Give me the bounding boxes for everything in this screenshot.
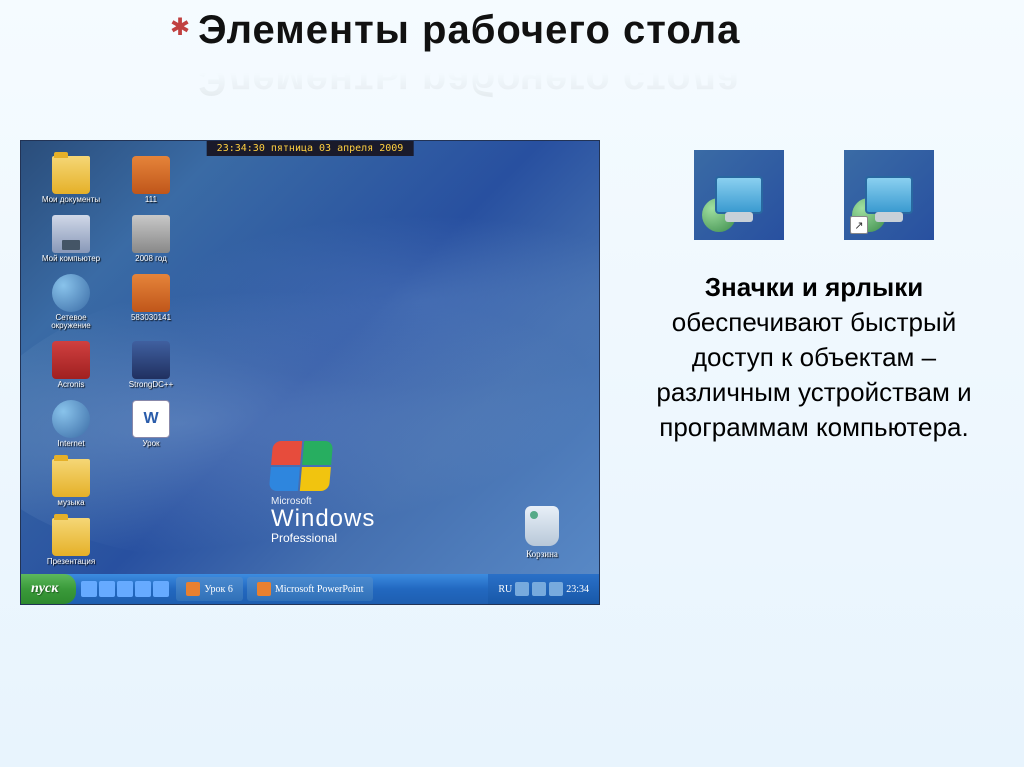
shortcut-example-tile: ↗: [844, 150, 934, 240]
windows-edition: Professional: [271, 531, 375, 545]
icon-label: Acronis: [58, 381, 85, 390]
tray-icon[interactable]: [532, 582, 546, 596]
windows-name: Windows: [271, 507, 375, 531]
icon-label: Сетевое окружение: [36, 314, 106, 332]
icon-label: Презентация: [47, 558, 95, 567]
windows-flag-icon: [269, 441, 333, 491]
desktop-icon[interactable]: Internet: [36, 400, 106, 449]
monitor-icon: [865, 176, 913, 214]
jpg-icon: [132, 274, 170, 312]
cpp-icon: [132, 341, 170, 379]
icon-label: 111: [145, 196, 157, 205]
taskbar-task[interactable]: Урок 6: [176, 577, 243, 601]
desktop-icon[interactable]: Мои документы: [36, 156, 106, 205]
quick-launch: [76, 581, 174, 597]
body-text: Значки и ярлыки обеспечивают быстрый дос…: [634, 270, 994, 445]
trash-icon: [525, 506, 559, 546]
tray-icon[interactable]: [549, 582, 563, 596]
jpg-icon: [132, 156, 170, 194]
folder-icon: [52, 459, 90, 497]
mycomp-icon: [52, 215, 90, 253]
slide-title: Элементы рабочего стола: [198, 8, 740, 53]
desktop-icon[interactable]: 2008 год: [116, 215, 186, 264]
icon-label: Internet: [57, 440, 84, 449]
net-icon: [52, 274, 90, 312]
desktop-icon[interactable]: [116, 518, 186, 567]
system-tray[interactable]: RU 23:34: [488, 574, 599, 604]
icon-label: Урок: [142, 440, 159, 449]
example-icons: ↗: [694, 150, 934, 240]
ql-icon[interactable]: [135, 581, 151, 597]
slide-title-row: ✱ Элементы рабочего стола: [170, 8, 740, 53]
desktop-icon[interactable]: Презентация: [36, 518, 106, 567]
body-text-rest: обеспечивают быстрый доступ к объектам –…: [656, 307, 971, 442]
icon-label: музыка: [57, 499, 84, 508]
icon-label: 583030141: [131, 314, 171, 323]
body-text-bold: Значки и ярлыки: [705, 272, 923, 302]
desktop-icon[interactable]: StrongDC++: [116, 341, 186, 390]
net-icon: [52, 400, 90, 438]
ql-icon[interactable]: [81, 581, 97, 597]
desktop-icon[interactable]: Сетевое окружение: [36, 274, 106, 332]
desktop-icon[interactable]: 111: [116, 156, 186, 205]
folder-icon: [52, 156, 90, 194]
ql-icon[interactable]: [99, 581, 115, 597]
icon-example-tile: [694, 150, 784, 240]
trash-label: Корзина: [525, 549, 559, 559]
desktop-icon[interactable]: 583030141: [116, 274, 186, 332]
film-icon: [132, 215, 170, 253]
desktop-icon[interactable]: Acronis: [36, 341, 106, 390]
recycle-bin[interactable]: Корзина: [525, 506, 559, 559]
title-reflection: Элементы рабочего стола: [198, 58, 740, 103]
red-icon: [52, 341, 90, 379]
icon-label: Мой компьютер: [42, 255, 100, 264]
icon-label: Мои документы: [42, 196, 100, 205]
start-button[interactable]: пуск: [21, 574, 76, 604]
windows-ms: Microsoft: [271, 496, 375, 507]
desktop-clock: 23:34:30 пятница 03 апреля 2009: [207, 141, 414, 156]
desktop-screenshot: 23:34:30 пятница 03 апреля 2009 Мои доку…: [20, 140, 600, 605]
taskbar: пуск Урок 6 Microsoft PowerPoint RU 23:3…: [21, 574, 599, 604]
desktop-icons-grid: Мои документы 111 Мой компьютер 2008 год Сет…: [36, 156, 186, 566]
ql-icon[interactable]: [153, 581, 169, 597]
desktop-icon[interactable]: Мой компьютер: [36, 215, 106, 264]
desktop-icon[interactable]: музыка: [36, 459, 106, 508]
windows-logo: Microsoft Windows Professional: [271, 441, 375, 545]
desktop-icon[interactable]: [116, 459, 186, 508]
folder-icon: [52, 518, 90, 556]
word-icon: [132, 400, 170, 438]
icon-label: 2008 год: [135, 255, 167, 264]
taskbar-task[interactable]: Microsoft PowerPoint: [247, 577, 374, 601]
tray-icon[interactable]: [515, 582, 529, 596]
desktop-icon[interactable]: Урок: [116, 400, 186, 449]
ql-icon[interactable]: [117, 581, 133, 597]
monitor-icon: [715, 176, 763, 214]
asterisk-icon: ✱: [170, 13, 190, 42]
icon-label: StrongDC++: [129, 381, 173, 390]
shortcut-arrow-icon: ↗: [850, 216, 868, 234]
